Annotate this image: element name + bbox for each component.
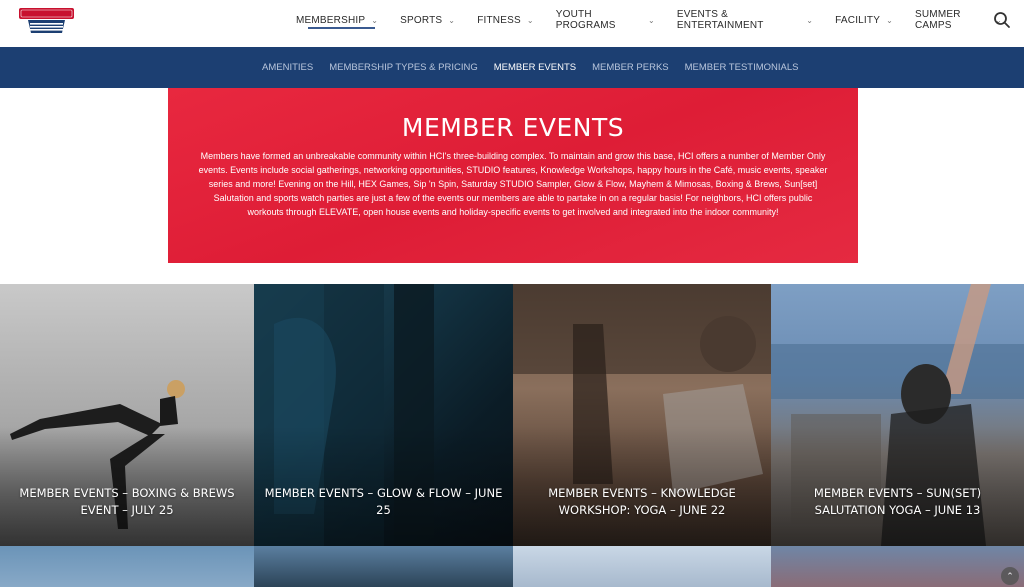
- chevron-down-icon: ⌄: [526, 15, 534, 25]
- event-caption: Member Events – Glow & Flow – June 25: [264, 486, 503, 517]
- event-tile[interactable]: [513, 546, 771, 587]
- hero-banner: MEMBER EVENTS Members have formed an unb…: [168, 88, 858, 263]
- search-icon[interactable]: [993, 11, 1011, 29]
- event-tiles-row-2: [0, 546, 1024, 587]
- subnav-member-testimonials[interactable]: Member Testimonials: [685, 62, 799, 73]
- event-tile[interactable]: [0, 546, 254, 587]
- page-title: MEMBER EVENTS: [401, 113, 625, 142]
- chevron-down-icon: ⌄: [806, 15, 814, 25]
- site-logo[interactable]: [18, 6, 75, 35]
- event-tile[interactable]: [254, 546, 513, 587]
- nav-youth-programs-label: Youth Programs: [555, 9, 616, 31]
- subnav-membership-types-pricing[interactable]: Membership Types & Pricing: [329, 62, 478, 73]
- event-tile-boxing-brews[interactable]: Member Events – Boxing & Brews Event – J…: [0, 284, 254, 546]
- top-header: Membership ⌄ Sports ⌄ Fitness ⌄ Youth Progr…: [0, 0, 1024, 47]
- subnav-member-events[interactable]: Member Events: [494, 62, 576, 73]
- nav-youth-programs[interactable]: Youth Programs ⌄: [556, 0, 655, 40]
- membership-subnav: Amenities Membership Types & Pricing Mem…: [0, 47, 1024, 88]
- nav-sports[interactable]: Sports ⌄: [400, 0, 455, 40]
- main-nav: Membership ⌄ Sports ⌄ Fitness ⌄ Youth Progr…: [296, 0, 1024, 40]
- nav-membership-label: Membership: [296, 14, 366, 26]
- nav-summer-camps-label: Summer Camps: [915, 9, 961, 31]
- nav-facility[interactable]: Facility ⌄: [835, 0, 893, 40]
- nav-sports-label: Sports: [400, 14, 443, 26]
- event-tile[interactable]: [771, 546, 1024, 587]
- event-caption: Member Events – Boxing & Brews Event – J…: [19, 486, 235, 517]
- event-tile-glow-flow[interactable]: Member Events – Glow & Flow – June 25: [254, 284, 513, 546]
- event-tile-knowledge-workshop[interactable]: Member Events – Knowledge Workshop: Yoga…: [513, 284, 771, 546]
- event-tile-sunset-salutation[interactable]: Member Events – Sun(set) Salutation Yoga…: [771, 284, 1024, 546]
- nav-events-entertainment[interactable]: Events & Entertainment ⌄: [677, 0, 813, 40]
- chevron-down-icon: ⌄: [448, 15, 456, 25]
- chevron-down-icon: ⌄: [371, 15, 379, 25]
- nav-summer-camps[interactable]: Summer Camps ⌄: [915, 0, 1002, 40]
- chevron-down-icon: ⌄: [886, 15, 893, 25]
- event-caption: Member Events – Sun(set) Salutation Yoga…: [813, 486, 982, 517]
- nav-facility-label: Facility: [835, 14, 881, 26]
- subnav-amenities[interactable]: Amenities: [262, 62, 313, 73]
- nav-fitness[interactable]: Fitness ⌄: [477, 0, 534, 40]
- event-tiles: Member Events – Boxing & Brews Event – J…: [0, 284, 1024, 546]
- hero-description: Members have formed an unbreakable commu…: [198, 151, 828, 217]
- nav-membership[interactable]: Membership ⌄: [296, 0, 378, 40]
- nav-fitness-label: Fitness: [477, 14, 521, 26]
- nav-events-label: Events & Entertainment: [676, 9, 764, 31]
- event-caption: Member Events – Knowledge Workshop: Yoga…: [548, 486, 736, 517]
- subnav-member-perks[interactable]: Member Perks: [592, 62, 669, 73]
- chevron-down-icon: ⌄: [648, 15, 655, 25]
- scroll-to-top-icon[interactable]: ⌃: [1001, 567, 1019, 585]
